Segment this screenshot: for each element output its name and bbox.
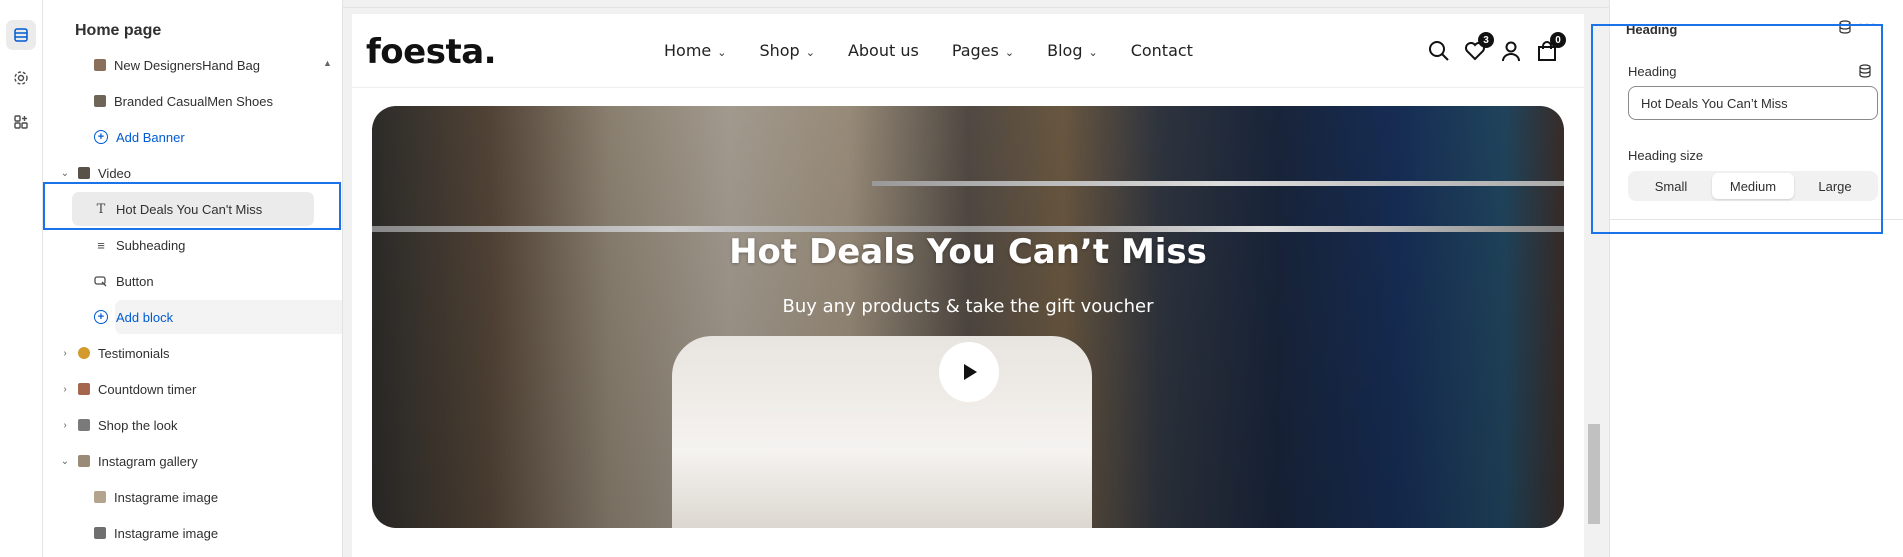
store-preview: foesta. Home ⌄ Shop ⌄ About us Pages ⌄ Blog… — [352, 14, 1584, 557]
add-block-button[interactable]: + Add block — [94, 302, 173, 332]
hero-heading[interactable]: Hot Deals You Can’t Miss — [372, 232, 1564, 272]
header-icons: 3 0 — [1428, 32, 1566, 62]
add-block-label: Add block — [116, 309, 174, 325]
tree-item-block[interactable]: Instagrame image — [94, 482, 218, 512]
sections-rail-button[interactable] — [6, 20, 36, 50]
plus-circle-icon: + — [94, 130, 108, 144]
image-thumbnail-icon — [94, 527, 106, 539]
instagram-section-icon — [78, 455, 90, 467]
image-thumbnail-icon — [94, 491, 106, 503]
image-thumbnail-icon — [94, 59, 106, 71]
nav-shop[interactable]: Shop ⌄ — [759, 41, 814, 60]
tree-item-label: Instagram gallery — [98, 453, 198, 469]
paragraph-icon: ≡ — [97, 237, 105, 253]
add-banner-label: Add Banner — [116, 129, 185, 145]
tree-item-label: Testimonials — [98, 345, 170, 361]
play-video-button[interactable] — [939, 342, 999, 402]
selection-highlight — [43, 182, 341, 230]
nav-contact[interactable]: Contact — [1131, 41, 1193, 60]
button-cursor-icon — [94, 276, 107, 287]
settings-rail-button[interactable] — [6, 63, 36, 93]
store-nav: Home ⌄ Shop ⌄ About us Pages ⌄ Blog ⌄ Contac… — [664, 41, 1226, 60]
preview-scrollbar-thumb[interactable] — [1588, 424, 1600, 524]
tree-section-testimonials[interactable]: › Testimonials — [58, 338, 170, 368]
tree-item-block[interactable]: Branded CasualMen Shoes — [94, 86, 273, 116]
chevron-right-icon[interactable]: › — [58, 348, 72, 359]
clothing-rack-rail — [872, 181, 1564, 186]
tree-item-label: Branded CasualMen Shoes — [114, 93, 273, 109]
store-logo[interactable]: foesta. — [366, 32, 497, 72]
page-title: Home page — [75, 22, 162, 39]
wishlist-button[interactable]: 3 — [1464, 32, 1494, 62]
gear-icon — [14, 71, 28, 85]
theme-editor: Home page ▲ New DesignersHand Bag Brande… — [0, 0, 1903, 557]
tree-item-block[interactable]: New DesignersHand Bag — [94, 50, 260, 80]
tree-item-label: Subheading — [116, 237, 186, 253]
chevron-down-icon[interactable]: ⌄ — [58, 456, 72, 467]
apps-icon — [14, 115, 28, 129]
image-thumbnail-icon — [94, 95, 106, 107]
chevron-right-icon[interactable]: › — [58, 384, 72, 395]
tree-item-label: Instagrame image — [114, 489, 219, 505]
sections-icon — [14, 28, 28, 42]
wishlist-count-badge: 3 — [1478, 32, 1494, 48]
user-icon — [1502, 41, 1520, 62]
tree-section-countdown[interactable]: › Countdown timer — [58, 374, 196, 404]
panel-selection-highlight — [1591, 24, 1883, 234]
chevron-down-icon: ⌄ — [805, 46, 815, 59]
nav-home[interactable]: Home ⌄ — [664, 41, 726, 60]
preview-top-strip — [343, 0, 1609, 8]
add-banner-button[interactable]: + Add Banner — [94, 122, 185, 152]
editor-rail — [0, 0, 43, 557]
store-header: foesta. Home ⌄ Shop ⌄ About us Pages ⌄ Blog… — [352, 14, 1584, 88]
plus-circle-icon: + — [94, 310, 108, 324]
tree-item-label: Shop the look — [98, 417, 178, 433]
chevron-down-icon[interactable]: ⌄ — [58, 168, 72, 179]
tree-item-label: Instagrame image — [114, 525, 219, 541]
search-icon — [1429, 41, 1449, 61]
nav-about[interactable]: About us — [848, 41, 919, 60]
nav-pages[interactable]: Pages ⌄ — [952, 41, 1014, 60]
chevron-down-icon: ⌄ — [1004, 46, 1015, 59]
tree-section-instagram[interactable]: ⌄ Instagram gallery — [58, 446, 198, 476]
countdown-section-icon — [78, 383, 90, 395]
video-section-icon — [78, 167, 90, 179]
tree-item-label: New DesignersHand Bag — [114, 57, 260, 73]
tree-item-label: Button — [116, 273, 154, 289]
play-icon — [964, 364, 977, 380]
section-sidebar: Home page ▲ New DesignersHand Bag Brande… — [43, 0, 343, 557]
apps-rail-button[interactable] — [6, 107, 36, 137]
tree-item-subheading[interactable]: ≡ Subheading — [94, 230, 185, 260]
search-button[interactable] — [1428, 40, 1450, 62]
video-hero-banner: Hot Deals You Can’t Miss Buy any product… — [372, 106, 1564, 528]
chevron-down-icon: ⌄ — [1088, 46, 1098, 59]
chevron-down-icon: ⌄ — [717, 46, 727, 59]
tree-section-shop-the-look[interactable]: › Shop the look — [58, 410, 178, 440]
cart-button[interactable]: 0 — [1536, 32, 1566, 62]
chevron-right-icon[interactable]: › — [58, 420, 72, 431]
white-shirts-decor — [672, 336, 1092, 528]
tree-item-label: Countdown timer — [98, 381, 197, 397]
cart-count-badge: 0 — [1550, 32, 1566, 48]
tree-item-label: Video — [98, 165, 132, 181]
scroll-up-arrow-icon[interactable]: ▲ — [323, 58, 337, 72]
hero-subheading[interactable]: Buy any products & take the gift voucher — [372, 296, 1564, 317]
tree-item-block[interactable]: Instagrame image — [94, 518, 218, 548]
testimonials-section-icon — [78, 347, 90, 359]
nav-blog[interactable]: Blog ⌄ — [1047, 41, 1098, 60]
account-button[interactable] — [1500, 40, 1522, 62]
tree-item-button[interactable]: Button — [94, 266, 154, 296]
shop-the-look-section-icon — [78, 419, 90, 431]
